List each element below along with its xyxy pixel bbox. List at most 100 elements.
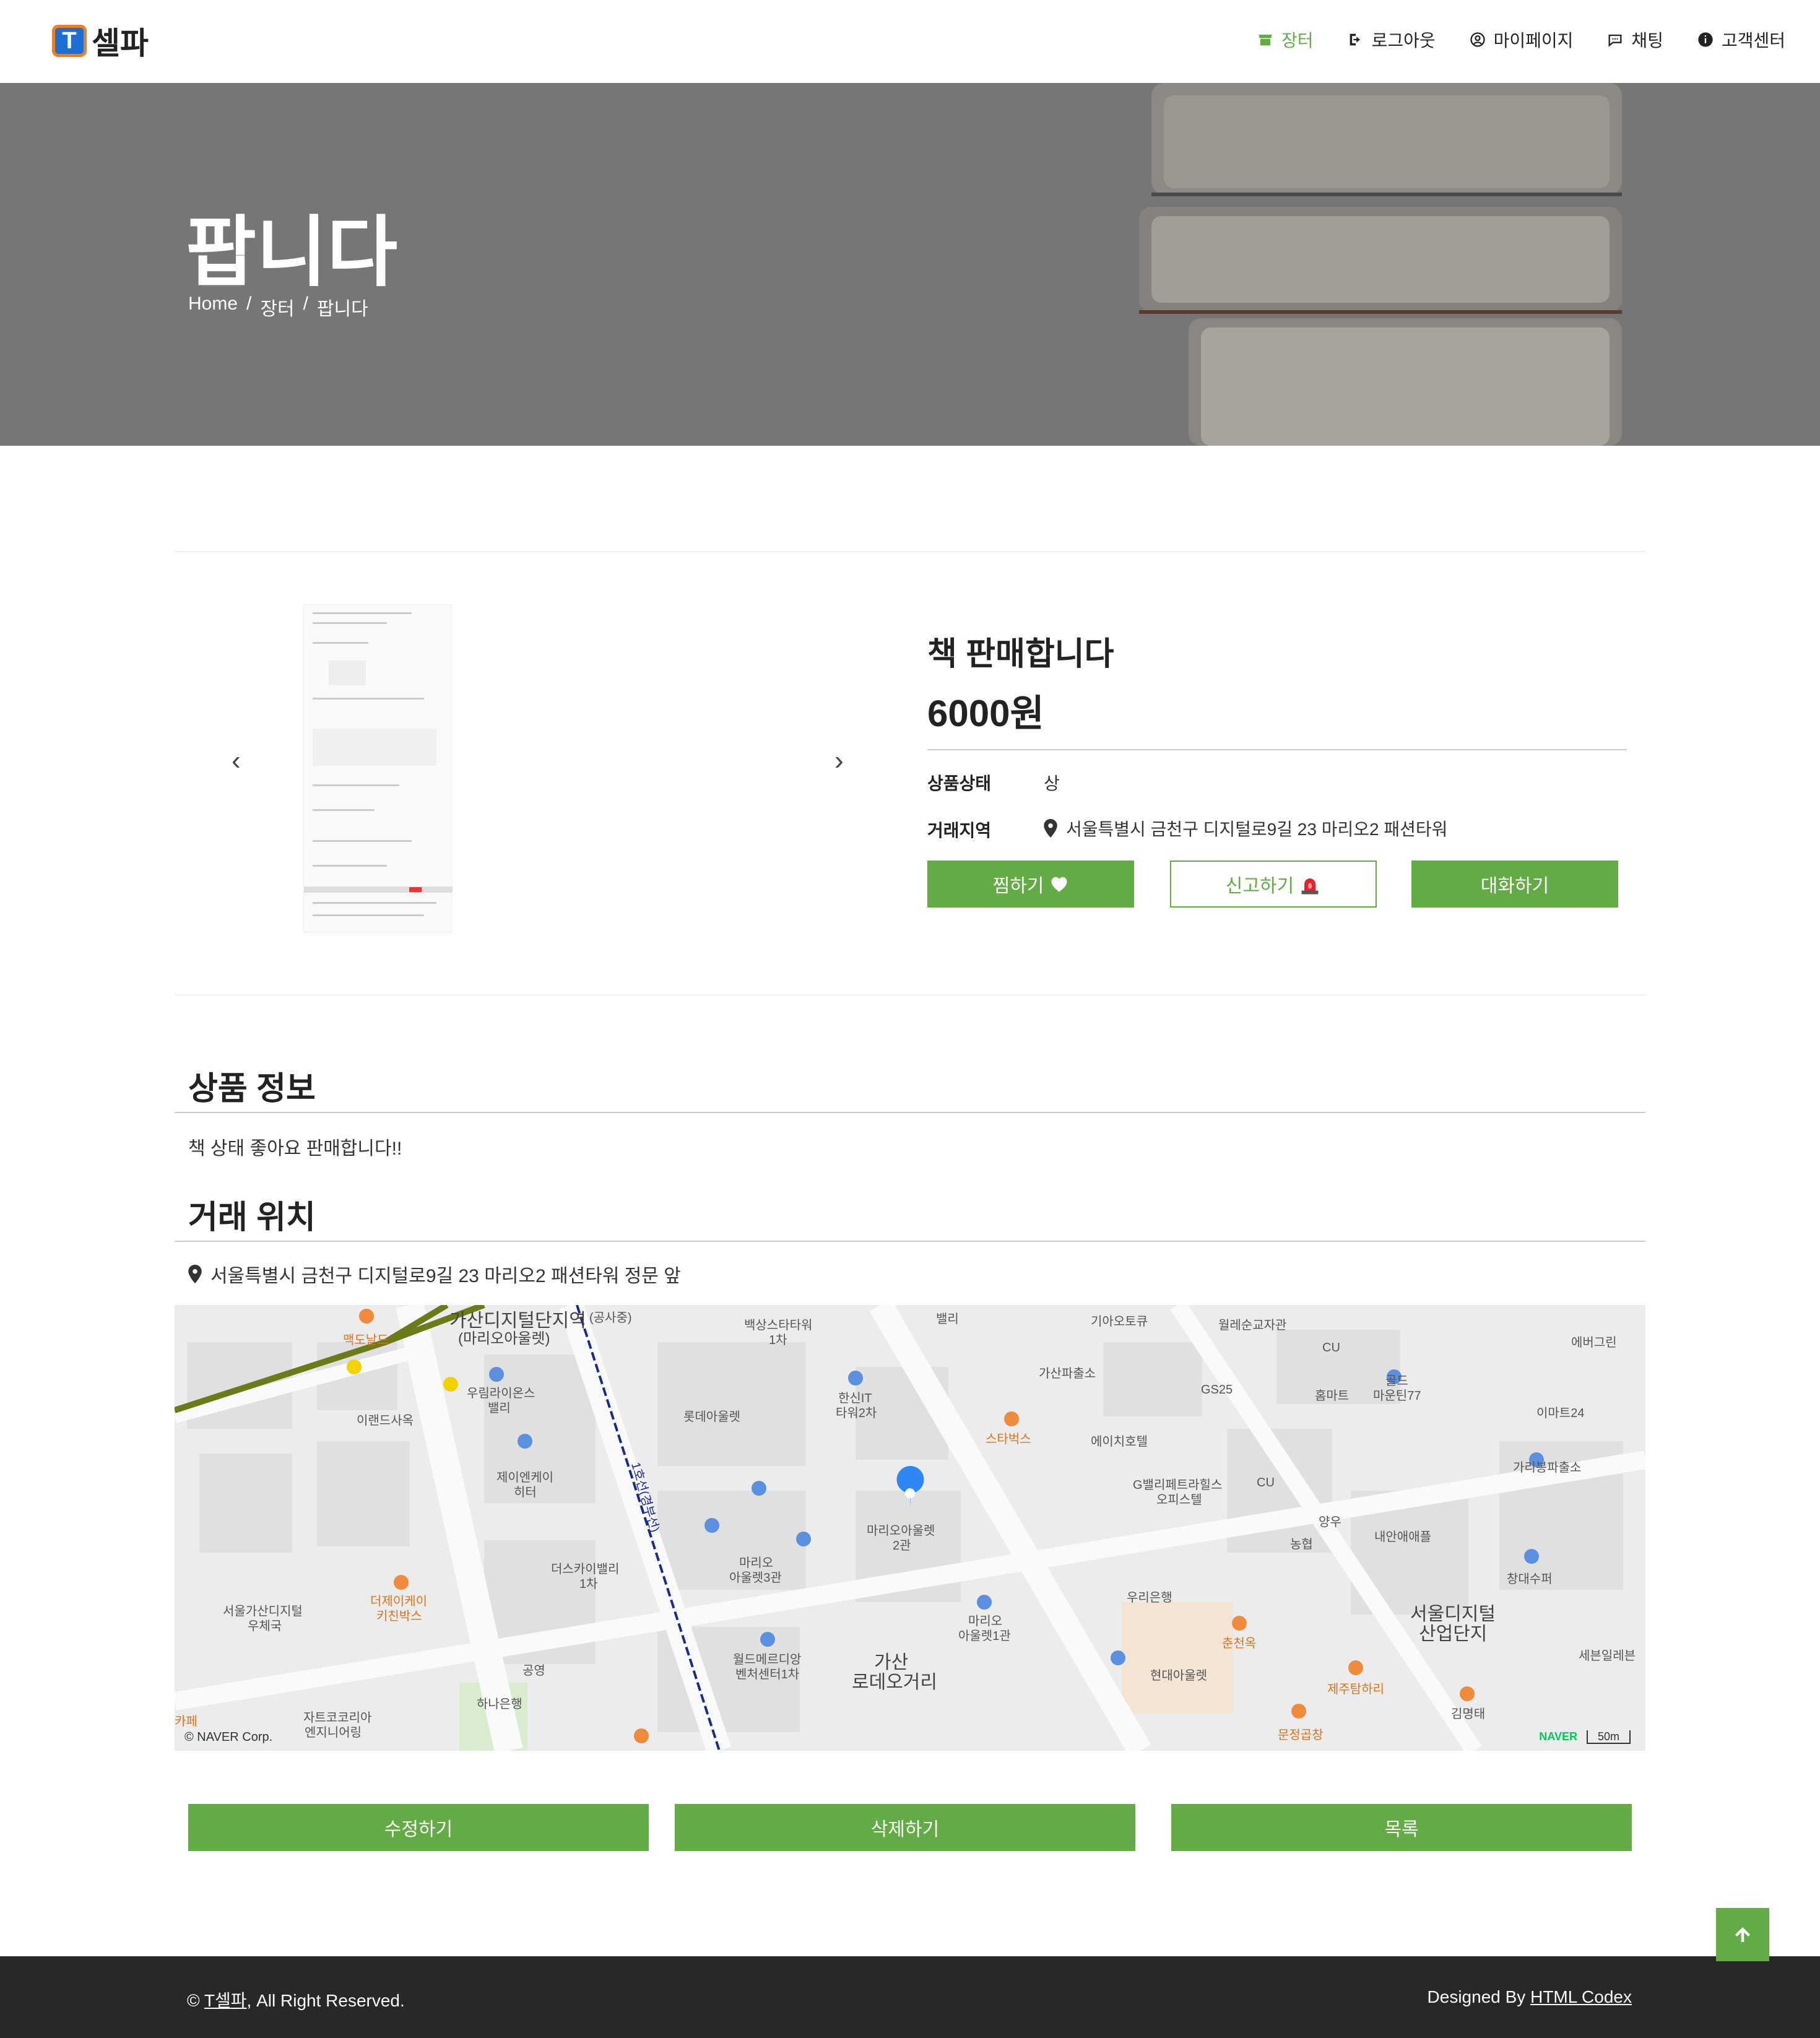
carousel-prev-icon[interactable]: ‹ xyxy=(232,745,241,776)
report-label: 신고하기 xyxy=(1225,876,1294,896)
naver-logo: NAVER xyxy=(1539,1730,1577,1743)
condition-value: 상 xyxy=(1044,770,1060,795)
footer-copyright: © T셀파, All Right Reserved. xyxy=(187,1987,405,2012)
location-map[interactable]: 가산디지털단지역 (마리오아울렛) (공사중) 백상스타타워 1차 밸리 기아오… xyxy=(175,1305,1645,1751)
info-icon xyxy=(1698,32,1713,47)
breadcrumb-current: 팝니다 xyxy=(316,299,368,319)
map-label: (공사중) xyxy=(589,1311,632,1325)
books-illustration xyxy=(1139,83,1622,446)
product-title: 책 판매합니다 xyxy=(927,636,1114,672)
divider xyxy=(927,749,1627,750)
wish-button[interactable]: 찜하기 xyxy=(927,861,1134,908)
map-label: 이랜드사옥 xyxy=(357,1414,414,1428)
map-label: 벤처센터1차 xyxy=(735,1668,800,1681)
chat-button[interactable]: 대화하기 xyxy=(1411,861,1618,908)
product-image[interactable] xyxy=(303,604,453,932)
map-label: 마운틴77 xyxy=(1373,1389,1421,1403)
map-label: GS25 xyxy=(1201,1383,1233,1397)
info-section-title: 상품 정보 xyxy=(188,1071,316,1107)
map-label: 아울렛1관 xyxy=(958,1629,1011,1643)
map-scale-value: 50m xyxy=(1586,1730,1631,1744)
copyright-link[interactable]: T셀파 xyxy=(204,1991,247,2010)
breadcrumb: Home / 장터 / 팝니다 xyxy=(188,293,377,321)
nav-label: 로그아웃 xyxy=(1371,31,1436,50)
map-label: 맥도날드 xyxy=(343,1333,389,1347)
copyright-symbol: © xyxy=(187,1991,200,2010)
nav-item-support[interactable]: 고객센터 xyxy=(1697,27,1785,52)
edit-button[interactable]: 수정하기 xyxy=(188,1804,649,1851)
map-pin-icon xyxy=(1044,819,1057,838)
nav-item-chat[interactable]: 채팅 xyxy=(1606,27,1663,52)
nav-label: 장터 xyxy=(1281,31,1314,50)
designed-by-label: Designed By xyxy=(1427,1987,1526,2006)
map-label: 카페 xyxy=(175,1715,197,1728)
map-label: 월레순교자관 xyxy=(1218,1319,1287,1332)
map-label: CU xyxy=(1322,1341,1340,1355)
map-label: 농협 xyxy=(1290,1538,1313,1551)
map-label: 창대수퍼 xyxy=(1507,1572,1553,1586)
divider xyxy=(175,994,1645,995)
map-label: (마리오아울렛) xyxy=(458,1330,550,1347)
map-scale: NAVER 50m xyxy=(1539,1730,1631,1744)
map-label: 오피스텔 xyxy=(1156,1493,1202,1507)
breadcrumb-market[interactable]: 장터 xyxy=(260,293,294,321)
map-label: 김명태 xyxy=(1451,1707,1486,1721)
nav-item-logout[interactable]: 로그아웃 xyxy=(1347,27,1436,52)
breadcrumb-separator: / xyxy=(246,293,252,314)
map-label: 문정곱창 xyxy=(1278,1728,1324,1742)
divider xyxy=(175,1112,1645,1113)
chat-icon xyxy=(1608,34,1622,47)
designer-link[interactable]: HTML Codex xyxy=(1530,1987,1632,2006)
map-label: 2관 xyxy=(893,1539,911,1553)
area-value: 서울특별시 금천구 디지털로9길 23 마리오2 패션타워 xyxy=(1044,816,1447,841)
map-label: 롯데아울렛 xyxy=(683,1410,740,1424)
nav-item-market[interactable]: 장터 xyxy=(1257,27,1314,52)
divider xyxy=(175,1241,1645,1242)
user-circle-icon xyxy=(1470,32,1485,47)
map-label: 아울렛3관 xyxy=(729,1571,782,1585)
map-label: 에이치호텔 xyxy=(1091,1435,1148,1449)
logo[interactable]: T 셀파 xyxy=(52,19,149,63)
page-header-banner: 팝니다 Home / 장터 / 팝니다 xyxy=(0,83,1820,446)
map-label: CU xyxy=(1257,1476,1275,1489)
main-nav: 장터 로그아웃 마이페이지 채팅 고객센터 xyxy=(1223,27,1785,52)
nav-item-mypage[interactable]: 마이페이지 xyxy=(1469,27,1573,52)
back-to-top-button[interactable] xyxy=(1716,1908,1769,1961)
map-label: 엔지니어링 xyxy=(305,1726,362,1740)
map-label: 산업단지 xyxy=(1419,1624,1488,1644)
divider xyxy=(175,551,1645,552)
map-label: 타워2차 xyxy=(836,1407,877,1420)
delete-button[interactable]: 삭제하기 xyxy=(675,1804,1135,1851)
map-label: 제주탐하리 xyxy=(1327,1683,1384,1696)
map-label: 가리봉파출소 xyxy=(1513,1461,1582,1475)
carousel-next-icon[interactable]: › xyxy=(834,745,844,776)
breadcrumb-separator: / xyxy=(303,293,308,314)
nav-label: 채팅 xyxy=(1631,31,1663,50)
map-pin-icon xyxy=(188,1265,202,1283)
map-label: 기아오토큐 xyxy=(1091,1315,1148,1329)
map-label: 우체국 xyxy=(248,1620,282,1633)
map-copyright: © NAVER Corp. xyxy=(184,1730,273,1744)
map-label: 1차 xyxy=(579,1577,598,1591)
map-label: 하나은행 xyxy=(477,1698,522,1711)
list-button[interactable]: 목록 xyxy=(1171,1804,1632,1851)
wish-label: 찜하기 xyxy=(992,876,1044,896)
logout-icon xyxy=(1350,33,1360,46)
location-section-title: 거래 위치 xyxy=(188,1200,316,1236)
report-button[interactable]: 신고하기 xyxy=(1170,861,1377,908)
location-address-text: 서울특별시 금천구 디지털로9길 23 마리오2 패션타워 정문 앞 xyxy=(210,1266,681,1286)
arrow-up-icon xyxy=(1735,1927,1750,1942)
map-label: 가산파출소 xyxy=(1039,1367,1096,1381)
map-label: 밸리 xyxy=(936,1312,959,1326)
store-icon xyxy=(1259,34,1272,46)
footer: © T셀파, All Right Reserved. Designed By H… xyxy=(0,1956,1820,2038)
nav-label: 고객센터 xyxy=(1721,31,1785,50)
product-price: 6000원 xyxy=(927,693,1044,734)
top-navbar: T 셀파 장터 로그아웃 마이페이지 채팅 고객센터 xyxy=(0,0,1820,83)
map-label: 춘천옥 xyxy=(1222,1637,1257,1650)
edit-label: 수정하기 xyxy=(384,1819,453,1840)
map-label: 스타벅스 xyxy=(986,1433,1031,1446)
breadcrumb-home[interactable]: Home xyxy=(188,293,238,321)
siren-icon xyxy=(1301,878,1319,895)
logo-text: 셀파 xyxy=(92,26,149,61)
